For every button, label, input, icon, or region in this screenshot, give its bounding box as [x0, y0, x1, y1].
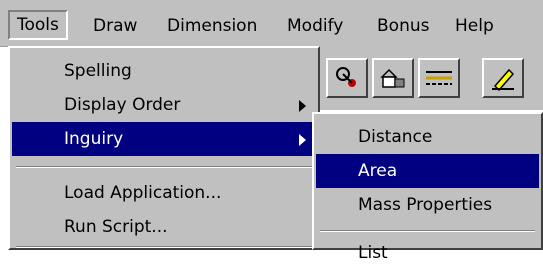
menu-item-load-application[interactable]: Load Application...	[12, 176, 316, 210]
menu-item-label: Inguiry	[64, 129, 124, 149]
submenu-item-distance[interactable]: Distance	[316, 120, 539, 154]
submenu-arrow-icon	[299, 100, 306, 112]
menu-item-label: List	[358, 243, 388, 263]
object-snap-icon	[336, 67, 356, 87]
menu-item-label: Load Application...	[64, 183, 222, 203]
submenu-item-list[interactable]: List	[316, 236, 539, 270]
inquiry-submenu: Distance Area Mass Properties List	[312, 112, 543, 263]
submenu-arrow-icon	[299, 134, 306, 146]
menu-help[interactable]: Help	[448, 13, 501, 39]
pencil-button[interactable]	[482, 58, 524, 98]
pencil-icon	[492, 68, 515, 92]
linetype-icon	[426, 71, 452, 85]
menu-separator	[320, 230, 535, 232]
block-button[interactable]	[372, 58, 414, 98]
menu-draw[interactable]: Draw	[86, 13, 144, 39]
linetype-button[interactable]	[418, 58, 460, 98]
menu-item-label: Run Script...	[64, 217, 168, 237]
menu-item-run-script[interactable]: Run Script...	[12, 210, 316, 244]
menu-item-inquiry[interactable]: Inguiry	[12, 122, 316, 156]
menu-item-label: Area	[358, 161, 398, 181]
tools-menu: Spelling Display Order Inguiry Load Appl…	[8, 46, 320, 250]
menu-dimension[interactable]: Dimension	[160, 13, 264, 39]
menu-item-spelling[interactable]: Spelling	[12, 54, 316, 88]
toolbar	[320, 46, 543, 110]
submenu-item-area[interactable]: Area	[316, 154, 539, 188]
menu-item-label: Display Order	[64, 95, 181, 115]
menu-tools[interactable]: Tools	[8, 10, 68, 40]
menu-bar: Tools Draw Dimension Modify Bonus Help	[0, 0, 543, 47]
menu-modify[interactable]: Modify	[280, 13, 350, 39]
menu-item-label: Spelling	[64, 61, 132, 81]
menu-item-label: Distance	[358, 127, 433, 147]
object-snap-button[interactable]	[326, 58, 368, 98]
menu-item-label: Mass Properties	[358, 195, 493, 215]
menu-item-display-order[interactable]: Display Order	[12, 88, 316, 122]
menu-separator	[16, 246, 312, 248]
menu-separator	[16, 166, 312, 168]
block-icon	[380, 68, 405, 88]
menu-bonus[interactable]: Bonus	[370, 13, 436, 39]
submenu-item-mass-properties[interactable]: Mass Properties	[316, 188, 539, 222]
